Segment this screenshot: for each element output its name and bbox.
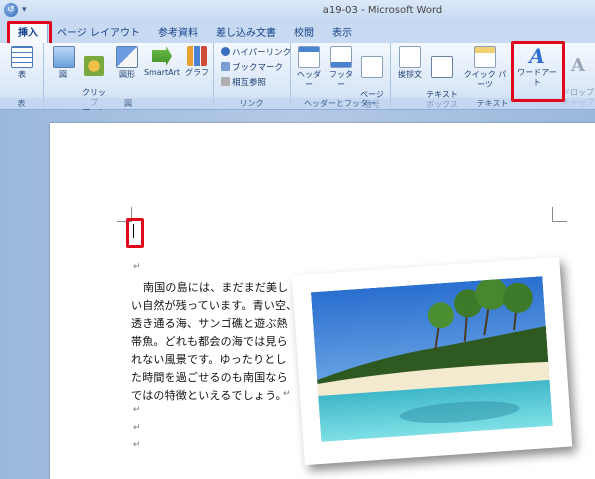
- footer-icon: [330, 46, 352, 68]
- group-label-illustrations: 図: [43, 98, 213, 109]
- paragraph-mark: ↵: [133, 440, 141, 450]
- table-icon: [11, 46, 33, 68]
- ribbon: 表 表 図 クリップ アート 図形 SmartArt グラフ 図 ハイパーリンク…: [0, 43, 595, 117]
- highlight-cursor: [126, 218, 144, 248]
- bookmark-button[interactable]: ブックマーク: [221, 62, 283, 74]
- smartart-icon: [152, 46, 172, 66]
- group-label-links: リンク: [213, 98, 290, 109]
- group-header-footer: ヘッダー フッター ページ 番号 ヘッダーとフッター: [290, 43, 391, 109]
- paragraph-mark: ↵: [133, 405, 141, 415]
- header-button[interactable]: ヘッダー: [294, 46, 324, 90]
- beach-photo: [310, 276, 553, 442]
- tab-view[interactable]: 表示: [323, 24, 361, 43]
- tab-references[interactable]: 参考資料: [149, 24, 207, 43]
- body-text-line-6[interactable]: た時間を過ごせるのも南国なら: [131, 369, 288, 385]
- group-illustrations: 図 クリップ アート 図形 SmartArt グラフ 図: [43, 43, 214, 117]
- picture-button[interactable]: 図: [53, 46, 75, 80]
- picture-icon: [53, 46, 75, 68]
- group-label-table: 表: [0, 98, 43, 109]
- greeting-button[interactable]: 挨拶文: [396, 46, 424, 80]
- highlight-wordart: [511, 41, 565, 102]
- body-text-line-1[interactable]: 南国の島には、まだまだ美し: [143, 279, 288, 295]
- dropcap-icon: A: [571, 55, 585, 76]
- group-links: ハイパーリンク ブックマーク 相互参照 リンク: [213, 43, 291, 109]
- body-text-line-3[interactable]: 透き通る海、サンゴ礁と遊ぶ熱: [131, 315, 288, 331]
- paragraph-mark: ↵: [133, 262, 141, 272]
- beach-photo-frame[interactable]: [291, 256, 573, 466]
- shapes-icon: [116, 46, 138, 68]
- paragraph-mark: ↵: [283, 389, 291, 399]
- body-text-line-5[interactable]: れない風景です。ゆったりとし: [131, 351, 287, 367]
- title-bar: ↺ ▾ a19-03 - Microsoft Word: [0, 0, 595, 23]
- page-number-icon: [361, 56, 383, 78]
- ribbon-tabs: 挿入 ページ レイアウト 参考資料 差し込み文書 校閲 表示: [0, 22, 595, 43]
- clipart-icon: [84, 56, 104, 76]
- header-icon: [298, 46, 320, 68]
- window-title: a19-03 - Microsoft Word: [322, 5, 443, 16]
- bookmark-icon: [221, 62, 230, 71]
- shapes-button[interactable]: 図形: [115, 46, 139, 80]
- crop-mark-top-right: [552, 207, 567, 222]
- group-label-header-footer: ヘッダーとフッター: [290, 98, 390, 109]
- smartart-button[interactable]: SmartArt: [143, 46, 181, 78]
- textbox-icon: [431, 56, 453, 78]
- quick-parts-icon: [474, 46, 496, 68]
- body-text-line-2[interactable]: い自然が残っています。青い空、: [131, 297, 297, 313]
- greeting-icon: [399, 46, 421, 68]
- tab-mailings[interactable]: 差し込み文書: [207, 24, 285, 43]
- hyperlink-button[interactable]: ハイパーリンク: [221, 47, 291, 59]
- footer-button[interactable]: フッター: [326, 46, 356, 90]
- tab-review[interactable]: 校閲: [285, 24, 323, 43]
- crossref-button[interactable]: 相互参照: [221, 77, 266, 89]
- quick-parts-button[interactable]: クイック パーツ: [460, 46, 510, 90]
- beach-photo-image: [310, 276, 553, 442]
- tab-page-layout[interactable]: ページ レイアウト: [48, 24, 149, 43]
- paragraph-mark: ↵: [133, 423, 141, 433]
- crossref-icon: [221, 77, 230, 86]
- body-text-line-7[interactable]: ではの特徴といえるでしょう。: [131, 387, 287, 403]
- chart-icon: [187, 46, 207, 66]
- table-button[interactable]: 表: [9, 46, 35, 80]
- hyperlink-icon: [221, 47, 230, 56]
- body-text-line-4[interactable]: 帯魚。どれも都会の海では見ら: [131, 333, 288, 349]
- group-table: 表 表: [0, 43, 44, 109]
- chart-button[interactable]: グラフ: [185, 46, 209, 78]
